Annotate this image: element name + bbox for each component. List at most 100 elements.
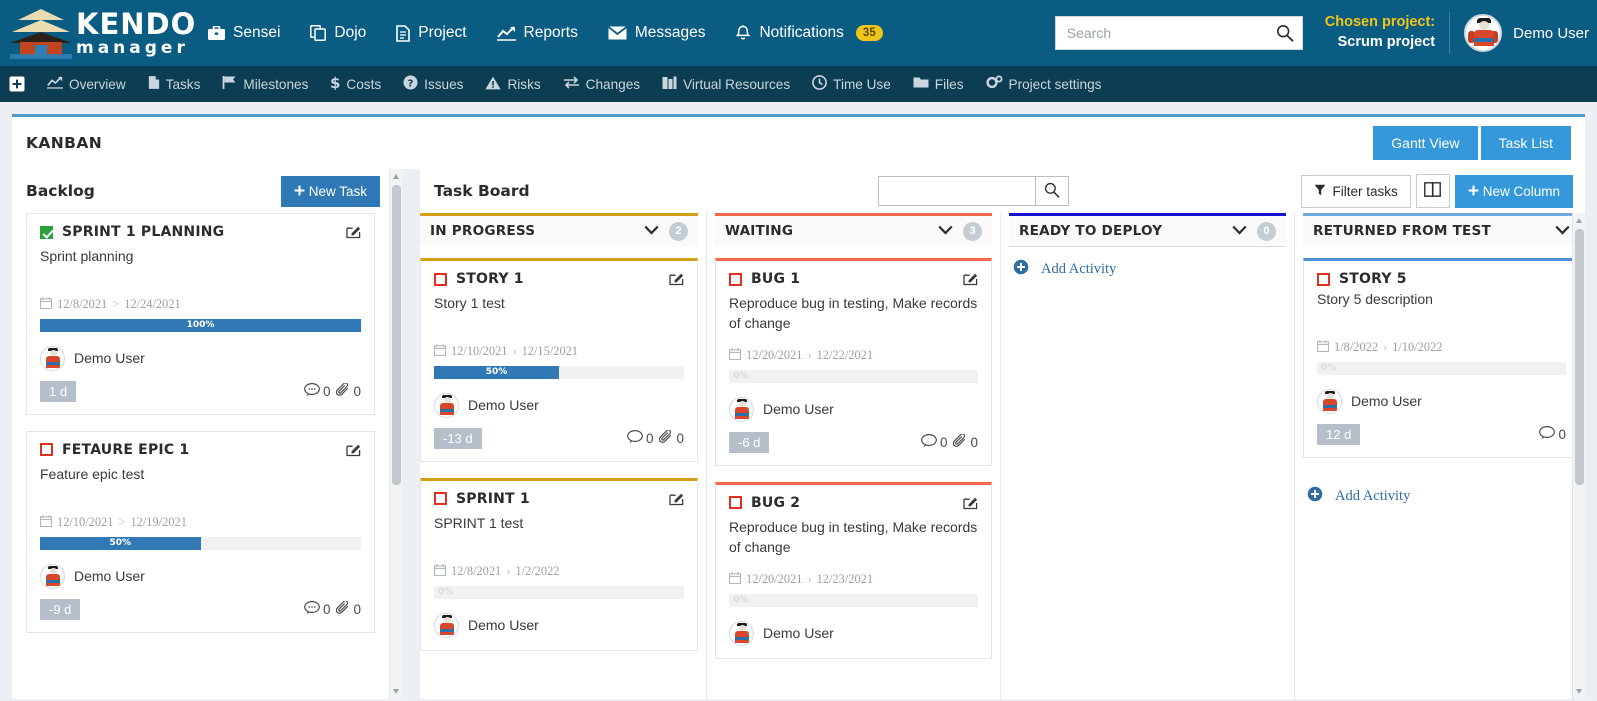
scroll-down-icon[interactable]	[1576, 689, 1582, 694]
task-dates: 1/8/2022 › 1/10/2022	[1316, 340, 1566, 356]
backlog-card[interactable]: FETAURE EPIC 1 Feature epic test 12/10/2…	[26, 430, 375, 633]
chevron-down-icon[interactable]	[644, 222, 659, 240]
calendar-icon	[433, 344, 447, 360]
task-card[interactable]: STORY 1 Story 1 test 12/10/2021 › 12/15/…	[420, 258, 698, 462]
sidebar-item-tasks[interactable]: Tasks	[148, 75, 200, 93]
scroll-down-icon[interactable]	[393, 689, 399, 694]
task-status-checkbox[interactable]	[729, 496, 742, 510]
task-status-checkbox[interactable]	[40, 225, 53, 239]
edit-icon[interactable]	[669, 491, 684, 511]
nav-item-notifications[interactable]: Notifications 35	[735, 24, 883, 42]
task-card[interactable]: STORY 5 Story 5 description 1/8/2022 › 1…	[1303, 258, 1580, 458]
nav-label-messages: Messages	[634, 24, 706, 41]
global-search[interactable]	[1054, 16, 1303, 50]
sidebar-item-issues[interactable]: ? Issues	[403, 75, 463, 93]
task-title: BUG 2	[751, 494, 801, 511]
comment-count: 0	[627, 429, 653, 447]
user-name[interactable]: Demo User	[1513, 25, 1597, 42]
task-card[interactable]: SPRINT 1 SPRINT 1 test 12/8/2021 › 1/2/2…	[420, 477, 698, 651]
task-status-checkbox[interactable]	[1317, 272, 1330, 286]
board-search-input[interactable]	[879, 177, 1036, 205]
add-activity-link[interactable]: Add Activity	[1009, 246, 1286, 292]
kanban-column-in-progress: IN PROGRESS 2 STORY 1 Story 1 test 12/10…	[420, 213, 706, 699]
nav-item-messages[interactable]: Messages	[607, 24, 706, 42]
search-icon[interactable]	[1276, 24, 1294, 47]
app-logo[interactable]: KENDO manager	[0, 7, 195, 59]
kanban-column-waiting: WAITING 3 BUG 1 Reproduce bug in testing…	[706, 213, 1000, 699]
sidebar-item-milestones[interactable]: Milestones	[222, 75, 308, 93]
task-status-checkbox[interactable]	[40, 443, 53, 457]
kanban-columns: IN PROGRESS 2 STORY 1 Story 1 test 12/10…	[420, 213, 1580, 699]
task-status-checkbox[interactable]	[434, 492, 447, 506]
new-task-button[interactable]: New Task	[280, 175, 380, 207]
edit-icon[interactable]	[669, 271, 684, 291]
sidebar-item-changes[interactable]: Changes	[563, 76, 640, 92]
task-dates: 12/10/2021 › 12/15/2021	[433, 344, 684, 360]
nav-item-sensei[interactable]: Sensei	[208, 24, 280, 42]
task-board-panel: Task Board Filter tasks New Column IN PR…	[420, 169, 1585, 699]
task-progress-label: 100%	[186, 320, 215, 331]
edit-icon[interactable]	[346, 442, 361, 462]
task-progress-label: 0%	[733, 370, 749, 381]
task-assignee: Demo User	[40, 345, 361, 371]
task-title: STORY 5	[1339, 271, 1407, 287]
edit-icon[interactable]	[963, 271, 978, 291]
new-column-button[interactable]: New Column	[1454, 174, 1573, 208]
column-card-list: BUG 1 Reproduce bug in testing, Make rec…	[715, 246, 992, 659]
filter-tasks-label: Filter tasks	[1332, 183, 1398, 199]
sidebar-item-time-use[interactable]: Time Use	[812, 75, 891, 93]
add-panel-icon[interactable]	[9, 76, 25, 92]
comment-count-value: 0	[322, 601, 331, 617]
board-search-field[interactable]	[878, 176, 1037, 206]
task-status-checkbox[interactable]	[729, 272, 742, 286]
scrollbar-thumb[interactable]	[1575, 229, 1584, 485]
sidebar-label-virtual-resources: Virtual Resources	[683, 76, 791, 92]
sidebar-item-files[interactable]: Files	[913, 76, 964, 92]
search-input[interactable]	[1055, 17, 1302, 49]
chevron-down-icon[interactable]	[1232, 222, 1247, 240]
board-search-button[interactable]	[1036, 176, 1070, 206]
edit-icon[interactable]	[346, 224, 361, 244]
chevron-down-icon[interactable]	[938, 222, 953, 240]
task-start-date: 1/8/2022	[1334, 340, 1379, 355]
task-card[interactable]: BUG 1 Reproduce bug in testing, Make rec…	[715, 258, 992, 466]
task-description: Reproduce bug in testing, Make records o…	[729, 518, 978, 555]
task-start-date: 12/10/2021	[57, 515, 114, 530]
sidebar-item-risks[interactable]: Risks	[485, 76, 541, 93]
task-status-checkbox[interactable]	[434, 272, 447, 286]
backlog-card[interactable]: SPRINT 1 PLANNING Sprint planning 12/8/2…	[26, 213, 375, 415]
scroll-up-icon[interactable]	[393, 174, 399, 179]
assignee-name: Demo User	[1351, 393, 1422, 410]
nav-item-project[interactable]: Project	[396, 24, 467, 42]
plus-circle-icon	[1307, 486, 1323, 507]
task-list-button[interactable]: Task List	[1480, 126, 1571, 160]
backlog-scrollbar[interactable]	[389, 169, 402, 699]
sidebar-label-costs: Costs	[346, 76, 382, 92]
chevron-down-icon[interactable]	[1555, 222, 1570, 240]
scroll-up-icon[interactable]	[1576, 218, 1582, 223]
board-scrollbar[interactable]	[1572, 213, 1585, 699]
nav-item-reports[interactable]: Reports	[496, 24, 578, 42]
nav-label-dojo: Dojo	[334, 24, 367, 41]
column-count-badge: 3	[963, 221, 982, 241]
scrollbar-thumb[interactable]	[392, 185, 401, 485]
sidebar-item-project-settings[interactable]: Project settings	[985, 75, 1101, 93]
edit-icon[interactable]	[963, 495, 978, 515]
sidebar-item-overview[interactable]: Overview	[47, 76, 126, 92]
gantt-view-button[interactable]: Gantt View	[1373, 126, 1478, 160]
avatar[interactable]	[1464, 14, 1503, 52]
nav-item-dojo[interactable]: Dojo	[310, 24, 366, 42]
add-activity-label: Add Activity	[1335, 487, 1411, 504]
avatar	[434, 612, 459, 638]
filter-tasks-button[interactable]: Filter tasks	[1301, 174, 1411, 208]
assignee-name: Demo User	[74, 568, 145, 585]
sidebar-label-risks: Risks	[507, 76, 541, 92]
sidebar-item-virtual-resources[interactable]: Virtual Resources	[662, 76, 790, 93]
chosen-project-value[interactable]: Scrum project	[1325, 33, 1436, 53]
toggle-columns-button[interactable]	[1415, 174, 1450, 208]
task-description: SPRINT 1 test	[434, 514, 524, 531]
task-start-date: 12/20/2021	[746, 348, 803, 363]
sidebar-item-costs[interactable]: $ Costs	[330, 74, 382, 93]
task-card[interactable]: BUG 2 Reproduce bug in testing, Make rec…	[715, 481, 992, 659]
add-activity-link[interactable]: Add Activity	[1303, 474, 1580, 519]
